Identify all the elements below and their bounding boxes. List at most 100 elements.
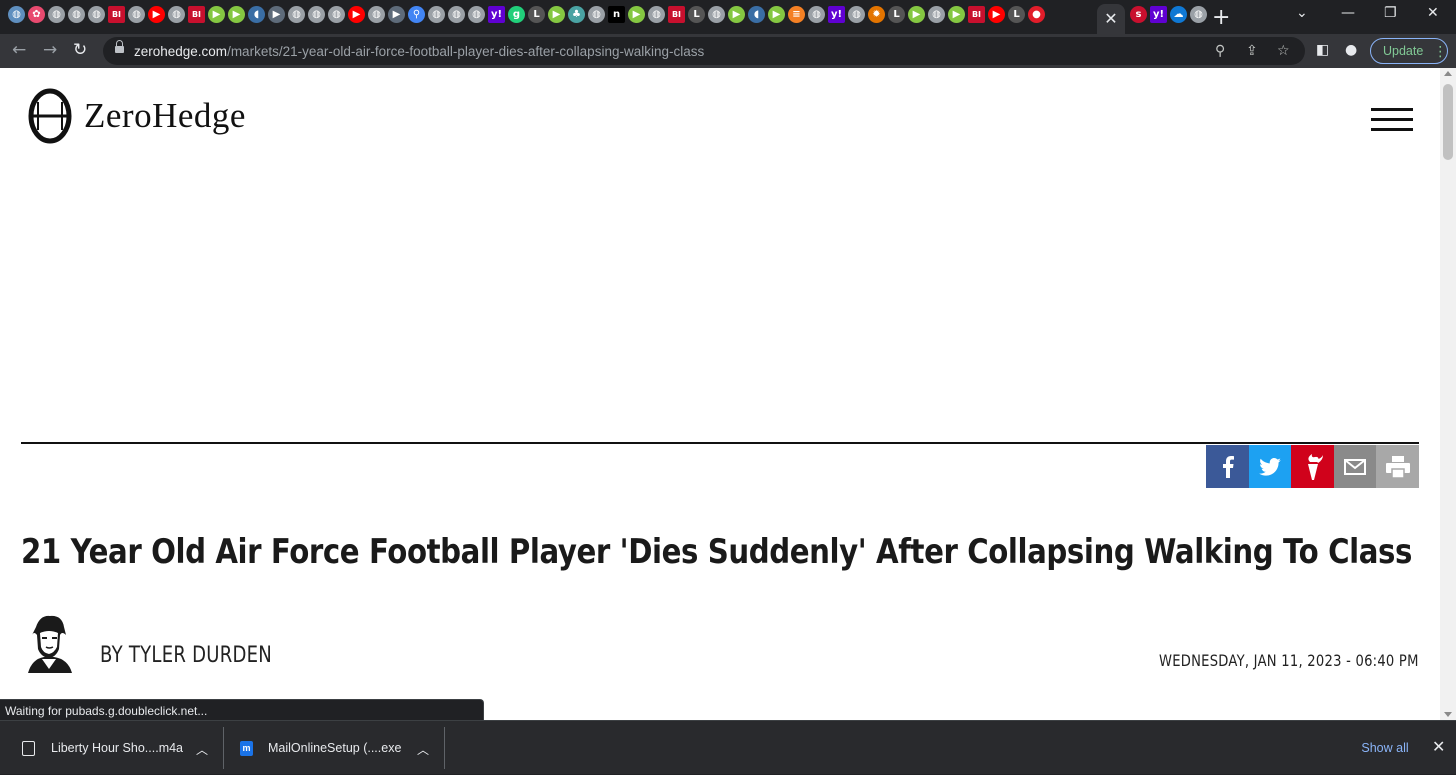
- s-favicon[interactable]: s: [1130, 6, 1147, 23]
- email-share-button[interactable]: [1333, 445, 1377, 488]
- rumble-favicon[interactable]: ▶: [628, 6, 645, 23]
- bitchute-favicon[interactable]: ▶: [268, 6, 285, 23]
- bookmark-star-icon[interactable]: ☆: [1277, 43, 1290, 59]
- globe-favicon[interactable]: ◍: [48, 6, 65, 23]
- header-divider: [21, 442, 1419, 444]
- globe-favicon[interactable]: ◍: [808, 6, 825, 23]
- twitter-share-button[interactable]: [1248, 445, 1292, 488]
- url-text[interactable]: zerohedge.com/markets/21-year-old-air-fo…: [134, 44, 704, 59]
- download-item-1-menu-chevron-icon[interactable]: ︿: [417, 741, 429, 758]
- onedrive-favicon[interactable]: ☁: [1170, 6, 1187, 23]
- rumble-favicon[interactable]: ▶: [228, 6, 245, 23]
- globe-favicon[interactable]: ◍: [468, 6, 485, 23]
- rumble-favicon[interactable]: ▶: [728, 6, 745, 23]
- close-download-bar-icon[interactable]: ✕: [1432, 737, 1445, 756]
- globe-favicon[interactable]: ◍: [448, 6, 465, 23]
- torch-icon: [1302, 453, 1324, 480]
- site-logo[interactable]: ZeroHedge: [28, 88, 246, 144]
- shield-favicon[interactable]: ◖: [748, 6, 765, 23]
- bi-favicon[interactable]: BI: [188, 6, 205, 23]
- yahoo-favicon[interactable]: y!: [1150, 6, 1167, 23]
- ll-favicon[interactable]: L: [528, 6, 545, 23]
- page-scrollbar[interactable]: [1440, 68, 1456, 720]
- lock-icon[interactable]: [115, 40, 124, 56]
- ll-favicon[interactable]: L: [1008, 6, 1025, 23]
- ll-favicon[interactable]: L: [688, 6, 705, 23]
- profile-avatar-icon[interactable]: ●: [1345, 42, 1357, 58]
- youtube-favicon[interactable]: ▶: [148, 6, 165, 23]
- youtube-favicon[interactable]: ▶: [348, 6, 365, 23]
- globe-favicon[interactable]: ◍: [308, 6, 325, 23]
- tree-favicon[interactable]: ♣: [568, 6, 585, 23]
- globe-favicon[interactable]: ◍: [928, 6, 945, 23]
- gab-favicon[interactable]: g: [508, 6, 525, 23]
- address-bar[interactable]: zerohedge.com/markets/21-year-old-air-fo…: [103, 37, 1305, 65]
- globe-favicon[interactable]: ◍: [288, 6, 305, 23]
- scroll-up-arrow-icon[interactable]: [1444, 71, 1452, 76]
- globe-favicon[interactable]: ◍: [328, 6, 345, 23]
- bi-favicon[interactable]: BI: [968, 6, 985, 23]
- forward-button[interactable]: →: [43, 40, 57, 60]
- globe-favicon[interactable]: ◍: [168, 6, 185, 23]
- sun-favicon[interactable]: ✹: [868, 6, 885, 23]
- globe-favicon[interactable]: ◍: [428, 6, 445, 23]
- print-share-button[interactable]: [1376, 445, 1420, 488]
- mic-favicon[interactable]: ●: [1028, 6, 1045, 23]
- yahoo-favicon[interactable]: y!: [488, 6, 505, 23]
- reload-button[interactable]: ↻: [73, 40, 87, 60]
- download-separator: [223, 727, 224, 769]
- close-window-button[interactable]: ✕: [1427, 5, 1439, 21]
- scroll-thumb[interactable]: [1443, 84, 1453, 160]
- globe-favicon[interactable]: ◍: [588, 6, 605, 23]
- download-item-0-menu-chevron-icon[interactable]: ︿: [196, 741, 208, 758]
- article-dateline: WEDNESDAY, JAN 11, 2023 - 06:40 PM: [1159, 651, 1419, 670]
- pinwheel-favicon[interactable]: ✿: [28, 6, 45, 23]
- zerohedge-theta-icon: [28, 88, 72, 144]
- shield-favicon[interactable]: ◖: [248, 6, 265, 23]
- zoom-icon[interactable]: ⚲: [1215, 43, 1225, 59]
- minimize-button[interactable]: —: [1341, 5, 1355, 21]
- active-tab-close-button[interactable]: ✕: [1097, 4, 1125, 34]
- article-byline[interactable]: BY TYLER DURDEN: [100, 643, 272, 668]
- new-tab-button[interactable]: +: [1212, 5, 1230, 30]
- rumble-favicon[interactable]: ▶: [768, 6, 785, 23]
- ll-favicon[interactable]: L: [888, 6, 905, 23]
- bookmark-favicon[interactable]: ≡: [788, 6, 805, 23]
- search-favicon[interactable]: ⚲: [408, 6, 425, 23]
- globe-favicon[interactable]: ◍: [128, 6, 145, 23]
- bitchute-favicon[interactable]: ▶: [388, 6, 405, 23]
- update-button[interactable]: Update ⋮: [1370, 38, 1448, 64]
- download-item-1[interactable]: m MailOnlineSetup (....exe: [240, 721, 401, 775]
- youtube-favicon[interactable]: ▶: [988, 6, 1005, 23]
- download-item-0[interactable]: Liberty Hour Sho....m4a: [22, 721, 183, 775]
- globe-favicon[interactable]: ◍: [88, 6, 105, 23]
- back-button[interactable]: ←: [12, 40, 26, 60]
- menu-hamburger-icon[interactable]: [1371, 108, 1413, 132]
- globe-favicon[interactable]: ◍: [708, 6, 725, 23]
- rumble-favicon[interactable]: ▶: [548, 6, 565, 23]
- facebook-share-button[interactable]: [1206, 445, 1249, 488]
- tab-favicon-row-after: s y! ☁ ◍: [1130, 6, 1207, 23]
- n-favicon[interactable]: n: [608, 6, 625, 23]
- gab-share-button[interactable]: [1291, 445, 1335, 488]
- rumble-favicon[interactable]: ▶: [208, 6, 225, 23]
- tab-search-chevron-icon[interactable]: ⌄: [1296, 5, 1308, 21]
- share-icon[interactable]: ⇪: [1246, 43, 1258, 59]
- bi-favicon[interactable]: BI: [668, 6, 685, 23]
- globe-favicon[interactable]: ◍: [368, 6, 385, 23]
- side-panel-icon[interactable]: ◧: [1316, 42, 1329, 58]
- restore-button[interactable]: ❐: [1384, 5, 1397, 21]
- globe-favicon[interactable]: ◍: [848, 6, 865, 23]
- globe-favicon[interactable]: ◍: [648, 6, 665, 23]
- yahoo-favicon[interactable]: y!: [828, 6, 845, 23]
- bi-favicon[interactable]: BI: [108, 6, 125, 23]
- url-host: zerohedge.com: [134, 44, 228, 59]
- globe-favicon[interactable]: ◍: [8, 6, 25, 23]
- rumble-favicon[interactable]: ▶: [908, 6, 925, 23]
- globe-favicon[interactable]: ◍: [68, 6, 85, 23]
- rumble-favicon[interactable]: ▶: [948, 6, 965, 23]
- scroll-down-arrow-icon[interactable]: [1444, 712, 1452, 717]
- globe-favicon[interactable]: ◍: [1190, 6, 1207, 23]
- show-all-downloads-button[interactable]: Show all: [1350, 734, 1420, 762]
- author-avatar: [22, 613, 76, 673]
